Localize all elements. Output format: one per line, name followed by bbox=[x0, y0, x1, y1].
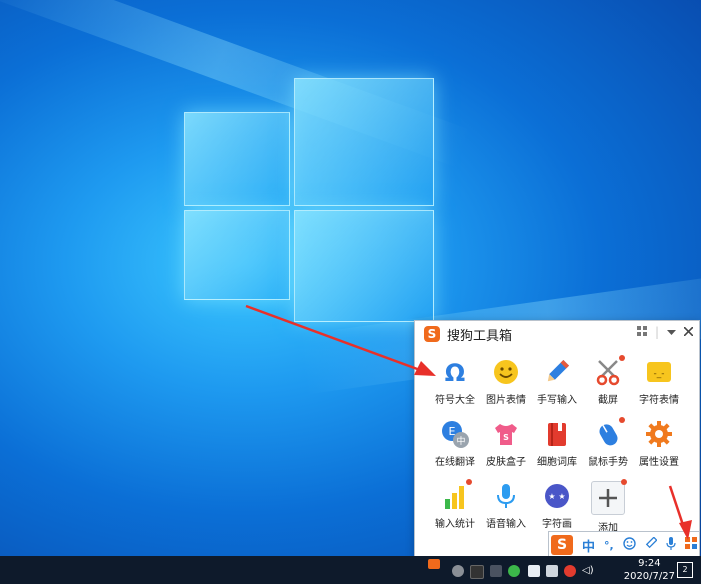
annotation-arrowhead bbox=[679, 520, 692, 540]
clock-date: 2020/7/27 bbox=[623, 571, 675, 582]
clock-time: 9:24 bbox=[638, 558, 661, 569]
annotation-arrow-line bbox=[668, 485, 686, 529]
volume-icon[interactable]: ◁) bbox=[582, 565, 594, 577]
taskbar-clock[interactable]: 9:24 2020/7/27 bbox=[624, 557, 675, 583]
monitor-icon[interactable] bbox=[546, 565, 558, 577]
taskbar bbox=[0, 556, 701, 584]
sogou-tray-icon[interactable] bbox=[428, 559, 440, 569]
tray-app-icon[interactable] bbox=[490, 565, 502, 577]
tray-app-icon[interactable] bbox=[508, 565, 520, 577]
notification-center-icon[interactable]: 2 bbox=[677, 562, 693, 578]
nvidia-tray-icon[interactable] bbox=[470, 565, 484, 579]
tray-app-icon[interactable] bbox=[452, 565, 464, 577]
annotation-arrows bbox=[245, 304, 692, 540]
annotation-arrowhead bbox=[414, 361, 436, 376]
record-icon[interactable] bbox=[564, 565, 576, 577]
shield-icon[interactable] bbox=[528, 565, 540, 577]
annotation-arrow-line bbox=[245, 304, 421, 372]
